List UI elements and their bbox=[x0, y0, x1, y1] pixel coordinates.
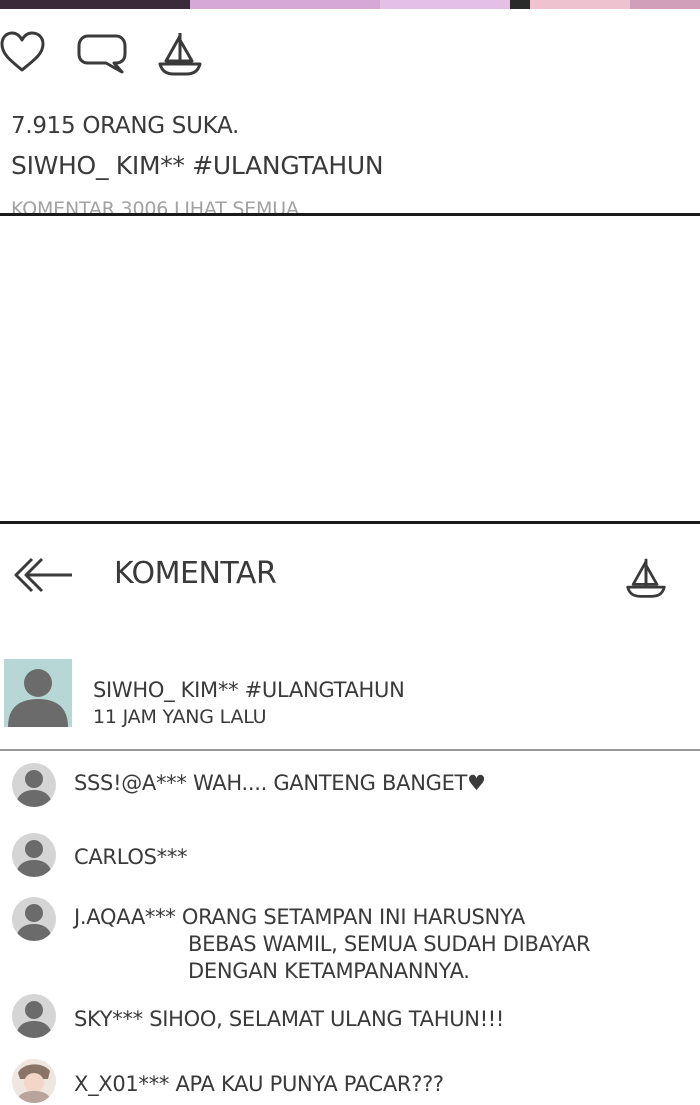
panel-divider bbox=[0, 213, 700, 216]
comment-text: X_X01*** APA KAU PUNYA PACAR??? bbox=[74, 1072, 444, 1096]
post-caption: SIWHO_ KIM** #ULANGTAHUN bbox=[93, 678, 405, 702]
comment-text: J.AQAA*** ORANG SETAMPAN INI HARUSNYA BE… bbox=[74, 904, 591, 985]
comment-text: SSS!@A*** WAH.... GANTENG BANGET♥ bbox=[74, 771, 486, 795]
sailboat-icon[interactable] bbox=[156, 30, 204, 82]
comment-line: BEBAS WAMIL, SEMUA SUDAH DIBAYAR bbox=[188, 932, 591, 956]
avatar[interactable] bbox=[12, 763, 56, 807]
back-arrow-icon[interactable] bbox=[12, 556, 74, 598]
avatar[interactable] bbox=[12, 897, 56, 941]
comment-line: DENGAN KETAMPANANNYA. bbox=[188, 959, 470, 983]
comment-line: J.AQAA*** ORANG SETAMPAN INI HARUSNYA bbox=[74, 905, 525, 929]
post-caption: SIWHO_ KIM** #ULANGTAHUN bbox=[11, 151, 384, 180]
heart-outline-icon[interactable] bbox=[0, 30, 46, 78]
panel-divider bbox=[0, 521, 700, 524]
avatar[interactable] bbox=[12, 994, 56, 1038]
post-photo-strip bbox=[0, 0, 700, 9]
likes-count[interactable]: 7.915 ORANG SUKA. bbox=[11, 113, 239, 139]
avatar[interactable] bbox=[12, 1059, 56, 1103]
avatar[interactable] bbox=[4, 659, 72, 727]
comment-text: CARLOS*** bbox=[74, 845, 188, 869]
section-divider bbox=[0, 749, 700, 751]
page-title: KOMENTAR bbox=[114, 556, 277, 591]
post-timestamp: 11 JAM YANG LALU bbox=[93, 706, 267, 728]
avatar[interactable] bbox=[12, 833, 56, 877]
sailboat-icon[interactable] bbox=[624, 555, 668, 605]
comment-text: SKY*** SIHOO, SELAMAT ULANG TAHUN!!! bbox=[74, 1007, 505, 1031]
speech-bubble-icon[interactable] bbox=[76, 32, 128, 78]
view-all-comments-link[interactable]: KOMENTAR 3006 LIHAT SEMUA bbox=[11, 198, 299, 214]
